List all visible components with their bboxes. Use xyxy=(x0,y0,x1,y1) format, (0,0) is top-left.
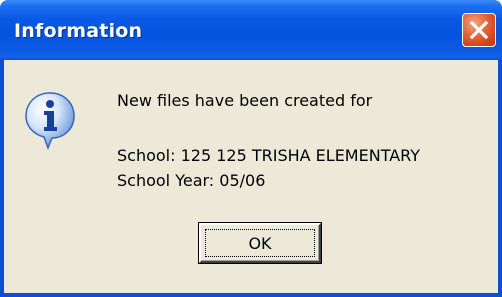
ok-button-label: OK xyxy=(248,233,272,253)
close-icon xyxy=(469,20,489,40)
message-text: New files have been created for xyxy=(117,91,373,110)
dialog-body: New files have been created for School: … xyxy=(4,60,498,293)
dialog-title: Information xyxy=(14,20,143,42)
information-icon xyxy=(25,92,75,150)
school-year-text: School Year: 05/06 xyxy=(117,171,266,190)
information-dialog: Information New files have been created … xyxy=(0,0,502,297)
close-button[interactable] xyxy=(462,13,496,47)
ok-button[interactable]: OK xyxy=(198,222,322,264)
title-bar[interactable]: Information xyxy=(0,0,502,60)
school-text: School: 125 125 TRISHA ELEMENTARY xyxy=(117,146,421,165)
